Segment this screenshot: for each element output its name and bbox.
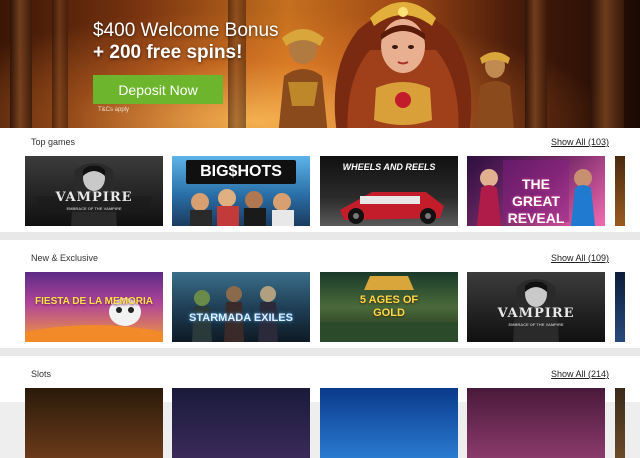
section-divider: [0, 348, 640, 356]
hero-banner[interactable]: $400 Welcome Bonus + 200 free spins! Dep…: [0, 0, 640, 128]
game-tile[interactable]: VAMPIRE EMBRACE OF THE VAMPIRE: [467, 272, 605, 342]
terms-link[interactable]: T&Cs apply: [98, 107, 129, 113]
game-tile-partial[interactable]: [615, 272, 625, 342]
game-tile[interactable]: [467, 388, 605, 458]
game-subtitle: EMBRACE OF THE VAMPIRE: [508, 322, 564, 327]
show-all-link[interactable]: Show All (103): [551, 137, 609, 147]
hero-column: [10, 0, 32, 128]
hero-subheadline: + 200 free spins!: [93, 42, 243, 63]
game-tile[interactable]: VAMPIRE EMBRACE OF THE VAMPIRE: [25, 156, 163, 226]
game-title: 5 AGES OF GOLD: [359, 294, 419, 319]
game-tile[interactable]: WHEELS AND REELS: [320, 156, 458, 226]
game-tile[interactable]: [172, 388, 310, 458]
game-title: VAMPIRE: [497, 306, 575, 321]
game-tile[interactable]: FIESTA DE LA MEMORIA: [25, 272, 163, 342]
game-title: VAMPIRE: [55, 190, 133, 205]
hero-column: [52, 0, 68, 128]
hero-headline: $400 Welcome Bonus: [93, 20, 279, 41]
section-top-games: Top games Show All (103) VAMPIRE EMBRACE…: [0, 128, 640, 240]
game-tile[interactable]: 5 AGES OF GOLD: [320, 272, 458, 342]
game-subtitle: EMBRACE OF THE VAMPIRE: [66, 206, 122, 211]
game-tile[interactable]: BIG$HOTS: [172, 156, 310, 226]
hero-column: [525, 0, 547, 128]
section-title: Top games: [31, 137, 76, 147]
section-title: Slots: [31, 369, 52, 379]
deposit-now-button[interactable]: Deposit Now: [93, 75, 223, 104]
section-divider: [0, 232, 640, 240]
game-title: FIESTA DE LA MEMORIA: [35, 296, 153, 307]
game-title: WHEELS AND REELS: [342, 162, 436, 172]
game-art: [25, 298, 163, 342]
show-all-link[interactable]: Show All (109): [551, 253, 609, 263]
game-tile[interactable]: STARMADA EXILES: [172, 272, 310, 342]
game-art: [192, 286, 278, 342]
game-tile-partial[interactable]: [615, 156, 625, 226]
section-new-exclusive: New & Exclusive Show All (109) FIESTA DE…: [0, 240, 640, 356]
warrior-figure: [476, 52, 514, 128]
goddess-figure: [334, 2, 472, 128]
section-title: New & Exclusive: [31, 253, 99, 263]
hero-column: [590, 0, 624, 128]
game-title: THE GREAT REVEAL: [507, 176, 565, 226]
game-tile-partial[interactable]: [615, 388, 625, 458]
game-title: BIG$HOTS: [200, 163, 282, 180]
show-all-link[interactable]: Show All (214): [551, 369, 609, 379]
section-slots: Slots Show All (214): [0, 356, 640, 458]
game-tile[interactable]: [320, 388, 458, 458]
game-tile[interactable]: [25, 388, 163, 458]
game-tile[interactable]: THE GREAT REVEAL: [467, 156, 605, 226]
game-title: STARMADA EXILES: [189, 312, 293, 324]
